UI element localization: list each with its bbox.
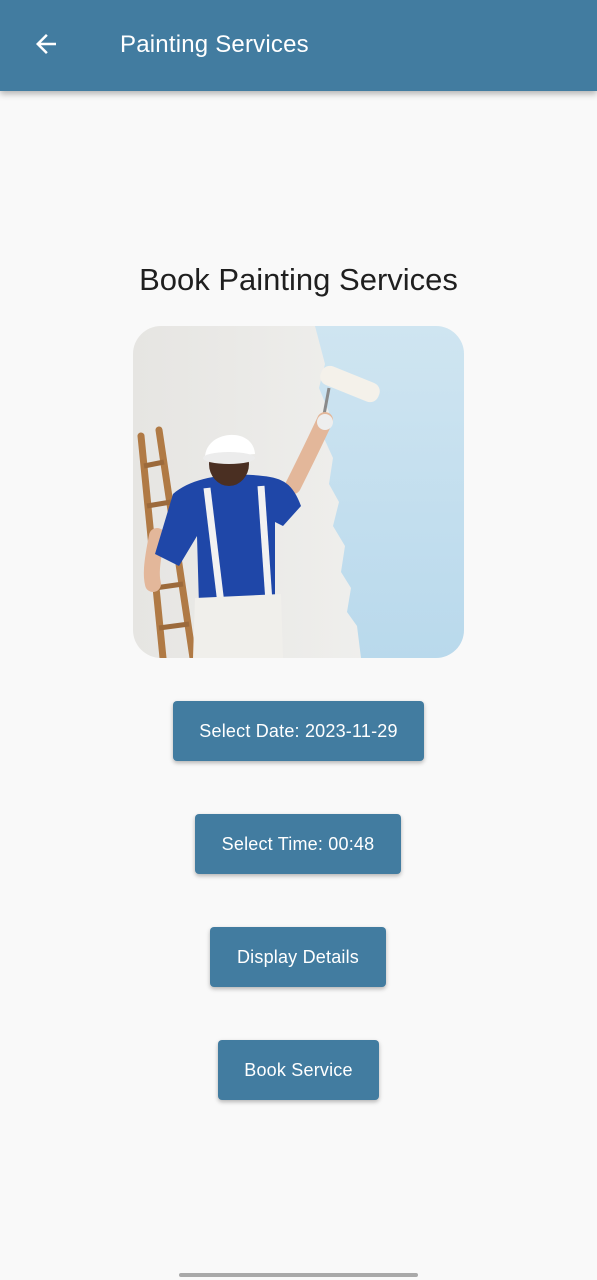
booking-screen: Painting Services Book Painting Services [0,0,597,1280]
app-bar: Painting Services [0,0,597,91]
home-indicator[interactable] [179,1273,418,1277]
painter-image [133,326,464,658]
app-bar-title: Painting Services [120,31,309,58]
select-time-button[interactable]: Select Time: 00:48 [195,814,401,874]
arrow-left-icon [31,29,61,64]
select-date-button[interactable]: Select Date: 2023-11-29 [173,701,424,761]
back-button[interactable] [22,24,70,68]
display-details-button[interactable]: Display Details [210,927,386,987]
page-heading: Book Painting Services [139,262,458,297]
book-service-button[interactable]: Book Service [218,1040,379,1100]
